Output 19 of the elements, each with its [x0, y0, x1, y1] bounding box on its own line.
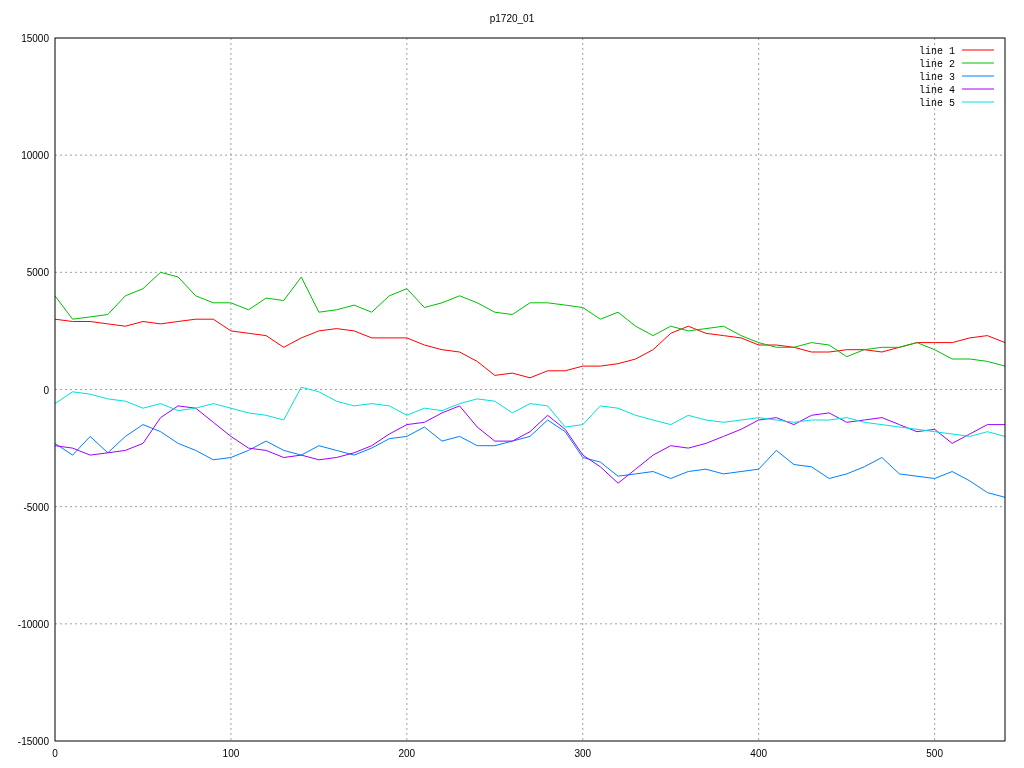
legend-label: line 4 [919, 85, 955, 96]
axis-tick-label: 10000 [21, 150, 49, 162]
axis-tick-label: 500 [926, 748, 943, 759]
axis-tick-label: 0 [43, 384, 49, 396]
axis-tick-label: 100 [222, 748, 240, 759]
axis-tick-label: 0 [52, 748, 58, 759]
axis-tick-label: 15000 [21, 33, 49, 44]
axis-tick-label: 200 [398, 748, 416, 759]
legend-label: line 3 [919, 72, 955, 83]
legend-label: line 2 [919, 59, 955, 70]
axis-tick-label: -10000 [17, 618, 49, 630]
axis-tick-label: 5000 [26, 267, 49, 279]
axis-tick-label: 400 [750, 748, 768, 759]
axis-tick-label: -5000 [23, 501, 49, 513]
axis-tick-label: -15000 [17, 736, 49, 747]
legend-label: line 5 [919, 98, 955, 109]
chart-title: p1720_01 [489, 13, 535, 24]
legend-label: line 1 [919, 46, 955, 57]
axis-tick-label: 300 [574, 748, 592, 759]
